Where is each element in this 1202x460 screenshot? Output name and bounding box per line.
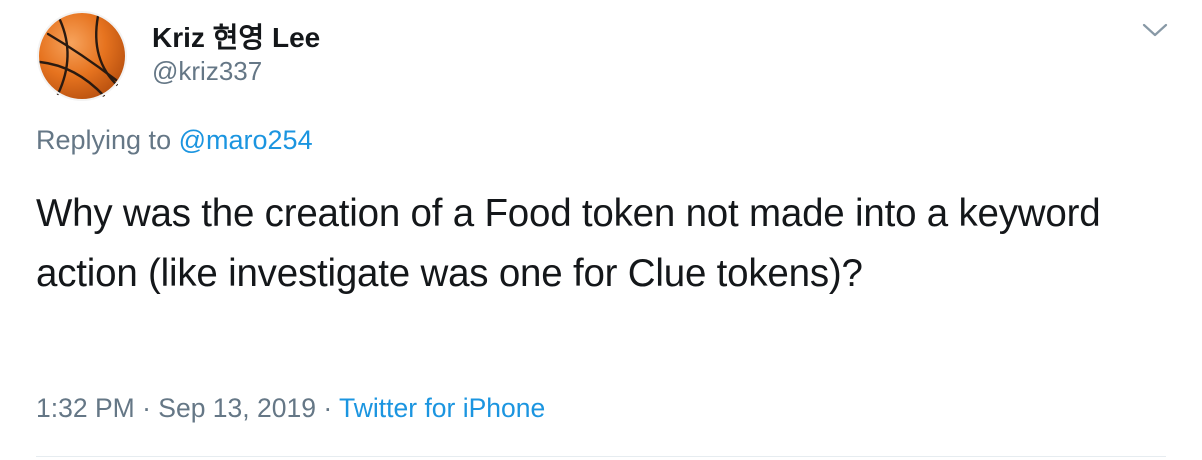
tweet-card: Kriz 현영 Lee @kriz337 Replying to @maro25… — [0, 0, 1202, 460]
tweet-text: Why was the creation of a Food token not… — [36, 192, 1101, 295]
chevron-down-icon[interactable] — [1140, 18, 1170, 42]
avatar[interactable] — [36, 10, 128, 102]
tweet-meta: 1:32 PM · Sep 13, 2019 · Twitter for iPh… — [36, 393, 545, 424]
replying-to: Replying to @maro254 — [36, 125, 313, 156]
user-handle[interactable]: @kriz337 — [152, 56, 262, 87]
meta-separator: · — [323, 393, 333, 423]
meta-separator: · — [142, 393, 151, 423]
divider — [36, 456, 1166, 457]
replying-to-label: Replying to — [36, 125, 172, 155]
reply-mention-link[interactable]: @maro254 — [179, 125, 313, 155]
tweet-source-link[interactable]: Twitter for iPhone — [339, 393, 545, 423]
basketball-icon — [37, 11, 127, 101]
tweet-date[interactable]: Sep 13, 2019 — [158, 393, 316, 423]
tweet-time[interactable]: 1:32 PM — [36, 393, 135, 423]
display-name[interactable]: Kriz 현영 Lee — [152, 16, 320, 56]
